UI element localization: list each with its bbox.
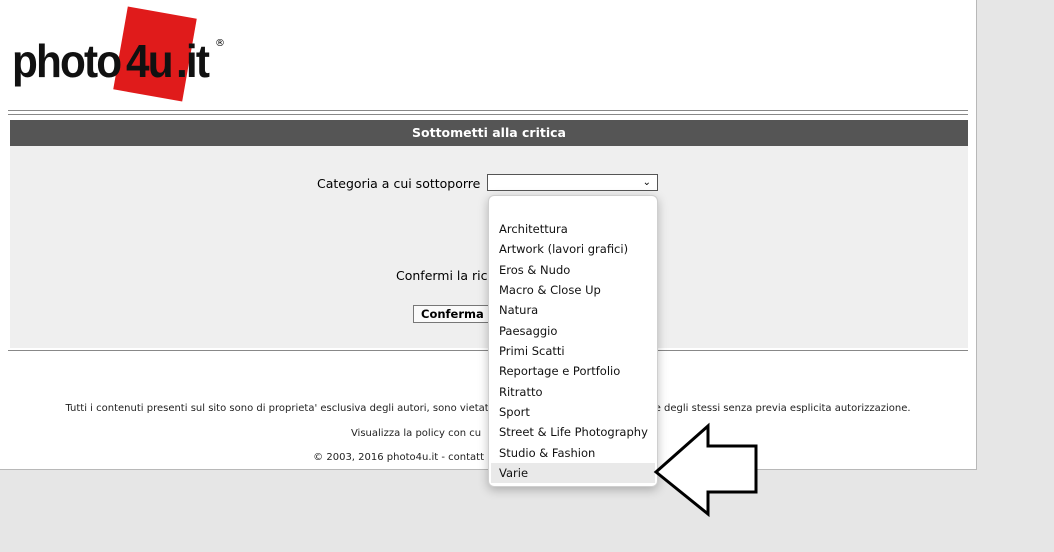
- category-select[interactable]: ⌄: [487, 174, 658, 191]
- chevron-down-icon: ⌄: [642, 177, 651, 188]
- confirm-button[interactable]: Conferma: [413, 305, 492, 323]
- footer-notice-right: e degli stessi senza previa esplicita au…: [654, 403, 911, 414]
- category-dropdown-list: Architettura Artwork (lavori grafici) Er…: [488, 195, 658, 487]
- footer-copyright-text: © 2003, 2016 photo4u.it - contatt: [313, 452, 485, 463]
- panel-title: Sottometti alla critica: [10, 120, 968, 146]
- divider-top-2: [8, 114, 968, 115]
- site-logo[interactable]: photo 4u .it ®: [12, 6, 232, 102]
- dropdown-option[interactable]: Macro & Close Up: [491, 280, 655, 300]
- dropdown-option[interactable]: Primi Scatti: [491, 341, 655, 361]
- dropdown-option[interactable]: Architettura: [491, 219, 655, 239]
- footer-policy-link[interactable]: Visualizza la policy con cu: [351, 428, 481, 439]
- dropdown-option[interactable]: Natura: [491, 300, 655, 320]
- logo-registered-mark: ®: [215, 38, 225, 49]
- footer-notice-left: Tutti i contenuti presenti sul sito sono…: [65, 403, 489, 414]
- logo-text-photo: photo: [12, 35, 122, 87]
- dropdown-option[interactable]: Street & Life Photography: [491, 422, 655, 442]
- category-label: Categoria a cui sottoporre: [317, 176, 481, 191]
- dropdown-option[interactable]: Sport: [491, 402, 655, 422]
- dropdown-option[interactable]: Ritratto: [491, 382, 655, 402]
- dropdown-option[interactable]: Artwork (lavori grafici): [491, 239, 655, 259]
- logo-text-4u: 4u: [126, 35, 174, 87]
- dropdown-option[interactable]: Eros & Nudo: [491, 260, 655, 280]
- dropdown-option[interactable]: Paesaggio: [491, 321, 655, 341]
- pointer-arrow-icon: [653, 422, 758, 518]
- confirm-question: Confermi la rich: [396, 268, 496, 283]
- dropdown-option-highlighted[interactable]: Varie: [491, 463, 655, 483]
- logo-text-it: .it: [176, 35, 210, 87]
- divider-top-1: [8, 110, 968, 111]
- dropdown-option-empty[interactable]: [491, 200, 655, 220]
- dropdown-option[interactable]: Studio & Fashion: [491, 443, 655, 463]
- dropdown-option[interactable]: Reportage e Portfolio: [491, 361, 655, 381]
